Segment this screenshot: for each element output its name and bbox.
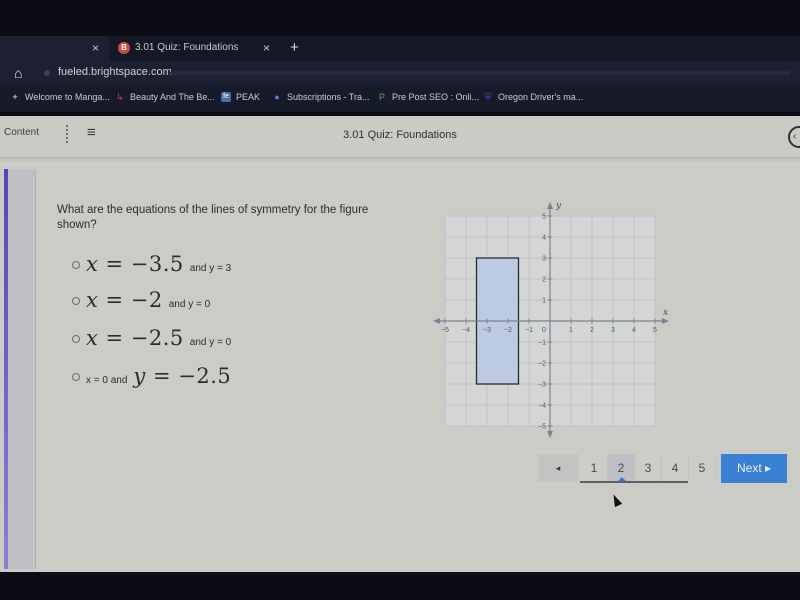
page-title: 3.01 Quiz: Foundations xyxy=(343,129,457,141)
y-tick-label: −3 xyxy=(538,382,546,389)
bookmark-beauty[interactable]: ↳ Beauty And The Be... xyxy=(115,92,215,102)
radio-button[interactable] xyxy=(72,297,80,305)
close-tab-icon[interactable]: × xyxy=(92,41,99,55)
x-tick-label: 2 xyxy=(590,327,594,334)
home-icon[interactable]: ⌂ xyxy=(14,65,22,81)
answer-choice-1[interactable]: x = −3.5 and y = 3 xyxy=(72,252,231,276)
site-info-icon[interactable] xyxy=(44,70,50,76)
beauty-icon: ↳ xyxy=(116,92,124,102)
answer-choice-3[interactable]: x = −2.5 and y = 0 xyxy=(72,326,231,350)
url-path xyxy=(170,71,790,75)
x-tick-label: −1 xyxy=(525,327,533,334)
x-tick-label: −4 xyxy=(462,327,470,334)
previous-page-button[interactable]: ◂ xyxy=(538,454,578,482)
bookmark-oregon[interactable]: ⛨ Oregon Driver's ma... xyxy=(483,92,584,102)
subscriptions-icon: ● xyxy=(274,92,280,102)
choice-suffix: and y = 0 xyxy=(168,299,211,310)
screen-bezel xyxy=(0,572,800,600)
address-bar: ⌂ fueled.brightspace.com xyxy=(0,61,800,85)
y-tick-label: 3 xyxy=(542,256,546,263)
tab-active[interactable]: B 3.01 Quiz: Foundations × xyxy=(110,36,280,61)
close-tab-icon[interactable]: × xyxy=(263,41,270,55)
radio-button[interactable] xyxy=(72,373,80,381)
bookmark-label: PEAK xyxy=(236,92,261,102)
next-button[interactable]: Next ▸ xyxy=(721,454,787,483)
choice-math: x = −2 xyxy=(86,288,163,312)
choice-math: y = −2.5 xyxy=(133,364,232,388)
new-tab-button[interactable]: + xyxy=(290,39,299,56)
bookmark-subscriptions[interactable]: ● Subscriptions - Tra... xyxy=(272,92,370,102)
url-field[interactable]: fueled.brightspace.com xyxy=(58,66,172,78)
y-tick-label: 4 xyxy=(542,235,546,242)
tab-strip: × B 3.01 Quiz: Foundations × + xyxy=(0,36,800,61)
bookmark-label: Beauty And The Be... xyxy=(130,92,215,102)
bookmark-peak[interactable]: fe PEAK xyxy=(221,92,260,102)
peak-icon: fe xyxy=(221,92,231,102)
tab-previous[interactable]: × xyxy=(0,36,110,61)
y-axis-arrow-up xyxy=(547,202,553,209)
y-tick-label: −5 xyxy=(538,424,546,431)
y-tick-label: 5 xyxy=(542,214,546,221)
page-button-5[interactable]: 5 xyxy=(689,454,716,482)
bookmark-prepost[interactable]: P Pre Post SEO : Onli... xyxy=(377,92,479,102)
answer-choice-4[interactable]: x = 0 and y = −2.5 xyxy=(72,364,231,388)
oregon-icon: ⛨ xyxy=(484,92,492,102)
choice-prefix: x = 0 and xyxy=(86,375,128,386)
choice-suffix: and y = 0 xyxy=(189,337,232,348)
prepost-icon: P xyxy=(378,92,385,102)
y-tick-label: −2 xyxy=(538,361,546,368)
current-page-marker xyxy=(618,477,626,481)
mouse-cursor xyxy=(609,492,623,508)
origin-label: 0 xyxy=(542,327,546,334)
bookmark-label: Pre Post SEO : Onli... xyxy=(392,92,480,102)
x-tick-label: −2 xyxy=(504,327,512,334)
active-question-indicator xyxy=(4,169,8,569)
x-axis-label: x xyxy=(663,308,668,318)
x-tick-label: 4 xyxy=(632,327,636,334)
quiz-navbar: Content ≡ 3.01 Quiz: Foundations ‹ xyxy=(0,116,800,158)
radio-button[interactable] xyxy=(72,335,80,343)
page-button-4[interactable]: 4 xyxy=(662,454,689,482)
x-tick-label: −5 xyxy=(441,327,449,334)
x-tick-label: 5 xyxy=(653,327,657,334)
bookmarks-bar: ✦ Welcome to Manga... ↳ Beauty And The B… xyxy=(0,85,800,112)
page: Content ≡ 3.01 Quiz: Foundations ‹ What … xyxy=(0,116,800,572)
y-axis-arrow-down xyxy=(547,431,553,438)
y-axis-label: y xyxy=(555,201,562,211)
x-tick-label: 1 xyxy=(569,327,573,334)
bookmark-manga[interactable]: ✦ Welcome to Manga... xyxy=(10,92,110,102)
bookmark-label: Oregon Driver's ma... xyxy=(498,92,584,102)
x-tick-label: 3 xyxy=(611,327,615,334)
question-list-panel[interactable] xyxy=(8,169,36,569)
radio-button[interactable] xyxy=(72,261,80,269)
question-text: What are the equations of the lines of s… xyxy=(57,204,369,231)
page-button-1[interactable]: 1 xyxy=(581,454,608,482)
brightspace-favicon-icon: B xyxy=(118,42,130,54)
back-icon[interactable]: ‹ xyxy=(788,126,800,148)
y-tick-label: 1 xyxy=(542,298,546,305)
answer-choice-2[interactable]: x = −2 and y = 0 xyxy=(72,288,210,312)
bookmark-label: Welcome to Manga... xyxy=(25,92,110,102)
y-tick-label: −1 xyxy=(538,340,546,347)
pagination-progress xyxy=(580,481,688,483)
choice-math: x = −3.5 xyxy=(86,252,184,276)
page-button-3[interactable]: 3 xyxy=(635,454,662,482)
y-tick-label: 2 xyxy=(542,277,546,284)
x-axis-arrow-right xyxy=(662,318,669,324)
choice-suffix: and y = 3 xyxy=(189,263,232,274)
x-axis-arrow-left xyxy=(433,318,440,324)
x-tick-label: −3 xyxy=(483,327,491,334)
coordinate-graph: −5 −4 −3 −2 −1 1 2 3 4 5 5 4 3 2 1 −1 −2 −3 −4 −5 0 x y xyxy=(433,201,669,438)
tab-title: 3.01 Quiz: Foundations xyxy=(135,42,239,53)
bookmark-label: Subscriptions - Tra... xyxy=(287,92,370,102)
y-tick-label: −4 xyxy=(538,403,546,410)
manga-icon: ✦ xyxy=(11,92,19,102)
choice-math: x = −2.5 xyxy=(86,326,184,350)
screen: × B 3.01 Quiz: Foundations × + ⌂ fueled.… xyxy=(0,0,800,600)
pagination: ◂ 1 2 3 4 5 xyxy=(538,454,716,482)
